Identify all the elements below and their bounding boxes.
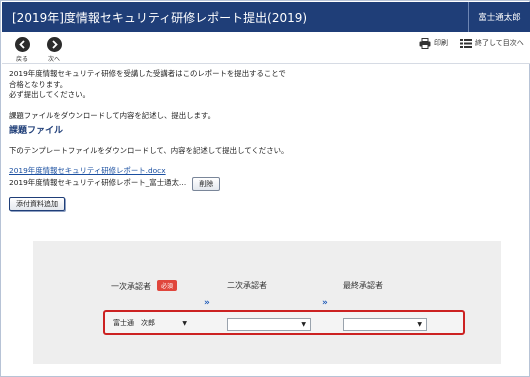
- back-button[interactable]: 戻る: [10, 37, 34, 63]
- second-approver-label: 二次承認者: [227, 281, 267, 290]
- print-label: 印刷: [434, 39, 448, 47]
- template-download-link[interactable]: 2019年度情報セキュリティ研修レポート.docx: [9, 166, 166, 175]
- assignment-instruction: 下のテンプレートファイルをダウンロードして、内容を記述して提出してください。: [9, 146, 289, 155]
- finish-label: 終了して目次へ: [475, 39, 524, 47]
- intro-line-1: 2019年度情報セキュリティ研修を受講した受講者はこのレポートを提出することで: [9, 69, 286, 78]
- first-approver-label: 一次承認者: [111, 282, 151, 291]
- back-arrow-icon: [14, 37, 30, 52]
- intro-line-4: 課題ファイルをダウンロードして内容を記述し、提出します。: [9, 110, 215, 120]
- list-icon: [460, 38, 472, 48]
- title-bar: [2019年]度情報セキュリティ研修レポート提出(2019) 富士通太郎: [2, 2, 530, 32]
- next-arrow-icon: [46, 37, 62, 52]
- print-button[interactable]: 印刷: [419, 36, 448, 50]
- required-badge: 必須: [157, 280, 178, 291]
- uploaded-file-name: 2019年度情報セキュリティ研修レポート_富士通太…: [9, 178, 187, 188]
- add-attachment-button[interactable]: 添付資料追加: [9, 196, 65, 211]
- final-approver-label: 最終承認者: [343, 281, 383, 290]
- assignment-heading: 課題ファイル: [9, 126, 64, 136]
- approver-select-row: 富士通 次郎 ▼ ▼ ▼: [103, 310, 465, 335]
- second-approver-select[interactable]: ▼: [227, 318, 311, 331]
- final-approver-select[interactable]: ▼: [343, 318, 427, 331]
- next-label: 次へ: [47, 56, 60, 63]
- intro-line-2: 合格となります。: [9, 79, 68, 89]
- first-approver-value: 富士通 次郎: [113, 319, 155, 327]
- next-button[interactable]: 次へ: [42, 37, 66, 63]
- printer-icon: [419, 37, 431, 49]
- main-content: 2019年度情報セキュリティ研修を受講した受講者はこのレポートを提出することで …: [9, 69, 519, 211]
- first-approver-label-group: 一次承認者 必須: [111, 280, 178, 292]
- chevron-double-right-icon: »: [204, 298, 210, 308]
- app-window: [2019年]度情報セキュリティ研修レポート提出(2019) 富士通太郎 戻る …: [0, 0, 530, 377]
- page-title: [2019年]度情報セキュリティ研修レポート提出(2019): [12, 11, 308, 25]
- chevron-down-icon: ▼: [301, 321, 306, 328]
- finish-to-index-button[interactable]: 終了して目次へ: [460, 36, 524, 50]
- toolbar: 戻る 次へ 印刷 終了して目次へ: [2, 32, 530, 64]
- delete-file-button[interactable]: 削除: [192, 176, 221, 191]
- back-label: 戻る: [15, 56, 28, 63]
- chevron-double-right-icon: »: [322, 298, 328, 308]
- user-name[interactable]: 富士通太郎: [468, 2, 530, 32]
- chevron-down-icon: ▼: [417, 321, 422, 328]
- approval-panel: 一次承認者 必須 二次承認者 最終承認者 » » 富士通 次郎 ▼ ▼ ▼: [33, 241, 501, 364]
- chevron-down-icon: ▼: [182, 320, 187, 327]
- first-approver-select[interactable]: 富士通 次郎 ▼: [109, 318, 191, 331]
- intro-line-3: 必ず提出してください。: [9, 90, 90, 99]
